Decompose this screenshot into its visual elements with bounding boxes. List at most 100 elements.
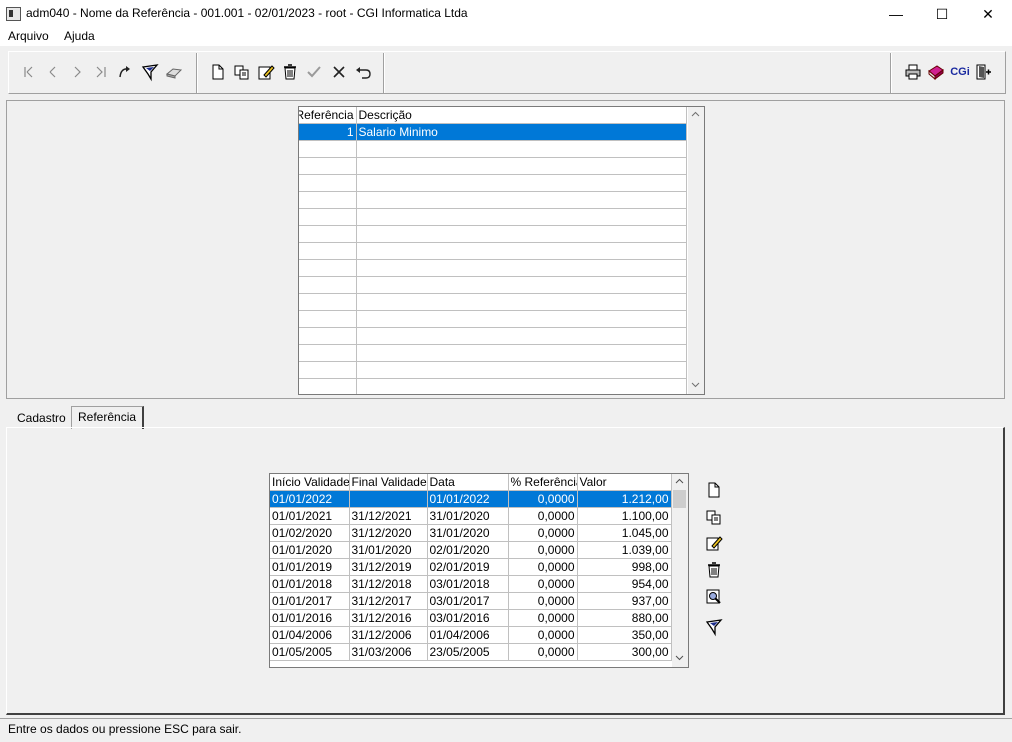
cell-data[interactable]: 31/01/2020 bbox=[427, 507, 509, 525]
cell-inicio-validade[interactable]: 01/01/2018 bbox=[270, 575, 350, 593]
first-record-icon[interactable] bbox=[19, 62, 39, 82]
scroll-up-icon[interactable] bbox=[688, 107, 703, 122]
delete-record-icon[interactable] bbox=[280, 62, 300, 82]
cell-final-validade[interactable]: 31/12/2016 bbox=[349, 609, 428, 627]
close-button[interactable]: ✕ bbox=[965, 0, 1011, 28]
cell-valor[interactable]: 998,00 bbox=[577, 558, 672, 576]
edit-value-icon[interactable] bbox=[704, 533, 724, 553]
cell-descricao[interactable] bbox=[356, 225, 687, 243]
cell-final-validade[interactable]: 31/12/2017 bbox=[349, 592, 428, 610]
app-icon[interactable] bbox=[6, 7, 21, 21]
cell-referencia[interactable] bbox=[299, 293, 357, 311]
cell-referencia[interactable] bbox=[299, 157, 357, 175]
copy-record-icon[interactable] bbox=[232, 62, 252, 82]
cell-valor[interactable]: 300,00 bbox=[577, 643, 672, 661]
table-row[interactable]: 01/01/2021 31/12/2021 31/01/2020 0,0000 1.10… bbox=[270, 507, 672, 525]
next-record-icon[interactable] bbox=[67, 62, 87, 82]
table-row[interactable] bbox=[299, 208, 687, 226]
cell-descricao[interactable]: Salario Minimo bbox=[356, 123, 687, 141]
cell-percentual[interactable]: 0,0000 bbox=[508, 592, 578, 610]
table-row[interactable]: 01/01/2019 31/12/2019 02/01/2019 0,0000 998,… bbox=[270, 558, 672, 576]
cell-descricao[interactable] bbox=[356, 293, 687, 311]
exit-icon[interactable] bbox=[973, 62, 993, 82]
cell-descricao[interactable] bbox=[356, 157, 687, 175]
table-row[interactable] bbox=[299, 225, 687, 243]
table-row[interactable] bbox=[299, 174, 687, 192]
cell-data[interactable]: 02/01/2019 bbox=[427, 558, 509, 576]
cell-data[interactable]: 02/01/2020 bbox=[427, 541, 509, 559]
cell-descricao[interactable] bbox=[356, 191, 687, 209]
new-record-icon[interactable] bbox=[208, 62, 228, 82]
cell-inicio-validade[interactable]: 01/05/2005 bbox=[270, 643, 350, 661]
cell-percentual[interactable]: 0,0000 bbox=[508, 626, 578, 644]
table-row[interactable]: 01/04/2006 31/12/2006 01/04/2006 0,0000 350,… bbox=[270, 626, 672, 644]
find-icon[interactable] bbox=[164, 62, 184, 82]
cell-percentual[interactable]: 0,0000 bbox=[508, 490, 578, 508]
table-row[interactable] bbox=[299, 344, 687, 362]
cell-inicio-validade[interactable]: 01/01/2020 bbox=[270, 541, 350, 559]
confirm-icon[interactable] bbox=[304, 62, 324, 82]
cgi-logo-icon[interactable]: CGi bbox=[949, 62, 971, 82]
table-row[interactable] bbox=[299, 327, 687, 345]
column-header-valor[interactable]: Valor bbox=[577, 474, 672, 491]
cell-inicio-validade[interactable]: 01/01/2017 bbox=[270, 592, 350, 610]
values-grid-scrollbar[interactable] bbox=[672, 474, 688, 667]
table-row[interactable] bbox=[299, 191, 687, 209]
cell-data[interactable]: 01/04/2006 bbox=[427, 626, 509, 644]
last-record-icon[interactable] bbox=[91, 62, 111, 82]
cell-referencia[interactable] bbox=[299, 208, 357, 226]
table-row[interactable] bbox=[299, 157, 687, 175]
cell-descricao[interactable] bbox=[356, 344, 687, 362]
table-row[interactable]: 01/01/2018 31/12/2018 03/01/2018 0,0000 954,… bbox=[270, 575, 672, 593]
table-row[interactable] bbox=[299, 276, 687, 294]
cell-final-validade[interactable] bbox=[349, 490, 428, 508]
edit-record-icon[interactable] bbox=[256, 62, 276, 82]
table-row[interactable]: 01/01/2017 31/12/2017 03/01/2017 0,0000 937,… bbox=[270, 592, 672, 610]
column-header-final-validade[interactable]: Final Validade bbox=[349, 474, 428, 491]
table-row[interactable] bbox=[299, 361, 687, 379]
table-row[interactable] bbox=[299, 259, 687, 277]
print-icon[interactable] bbox=[903, 62, 923, 82]
table-row[interactable]: 1 Salario Minimo bbox=[299, 123, 687, 141]
cell-percentual[interactable]: 0,0000 bbox=[508, 507, 578, 525]
cell-descricao[interactable] bbox=[356, 327, 687, 345]
cell-referencia[interactable] bbox=[299, 327, 357, 345]
filter-icon[interactable] bbox=[704, 617, 724, 637]
cell-valor[interactable]: 350,00 bbox=[577, 626, 672, 644]
table-row[interactable]: 01/01/2022 01/01/2022 0,0000 1.212,00 bbox=[270, 490, 672, 508]
table-row[interactable]: 01/01/2016 31/12/2016 03/01/2016 0,0000 880,… bbox=[270, 609, 672, 627]
column-header-referencia[interactable]: Referência bbox=[299, 107, 357, 124]
previous-record-icon[interactable] bbox=[43, 62, 63, 82]
cell-referencia[interactable] bbox=[299, 344, 357, 362]
cell-final-validade[interactable]: 31/03/2006 bbox=[349, 643, 428, 661]
cell-percentual[interactable]: 0,0000 bbox=[508, 558, 578, 576]
cell-referencia[interactable] bbox=[299, 225, 357, 243]
column-header-data[interactable]: Data bbox=[427, 474, 509, 491]
cell-final-validade[interactable]: 31/01/2020 bbox=[349, 541, 428, 559]
column-header-percentual[interactable]: % Referência bbox=[508, 474, 578, 491]
minimize-button[interactable]: — bbox=[873, 0, 919, 28]
cell-valor[interactable]: 880,00 bbox=[577, 609, 672, 627]
refresh-icon[interactable] bbox=[115, 62, 135, 82]
menu-arquivo[interactable]: Arquivo bbox=[5, 28, 52, 46]
table-row[interactable] bbox=[299, 242, 687, 260]
cell-descricao[interactable] bbox=[356, 208, 687, 226]
cell-final-validade[interactable]: 31/12/2006 bbox=[349, 626, 428, 644]
cell-final-validade[interactable]: 31/12/2018 bbox=[349, 575, 428, 593]
cell-percentual[interactable]: 0,0000 bbox=[508, 643, 578, 661]
tab-referencia[interactable]: Referência bbox=[71, 406, 145, 429]
filter-icon[interactable] bbox=[140, 62, 160, 82]
cell-referencia[interactable] bbox=[299, 242, 357, 260]
scroll-thumb[interactable] bbox=[673, 490, 686, 508]
cell-descricao[interactable] bbox=[356, 310, 687, 328]
table-row[interactable]: 01/02/2020 31/12/2020 31/01/2020 0,0000 1.04… bbox=[270, 524, 672, 542]
cell-referencia[interactable] bbox=[299, 378, 357, 394]
cell-data[interactable]: 31/01/2020 bbox=[427, 524, 509, 542]
menu-ajuda[interactable]: Ajuda bbox=[61, 28, 98, 46]
cell-referencia[interactable] bbox=[299, 259, 357, 277]
cell-descricao[interactable] bbox=[356, 259, 687, 277]
cell-percentual[interactable]: 0,0000 bbox=[508, 609, 578, 627]
table-row[interactable] bbox=[299, 310, 687, 328]
column-header-descricao[interactable]: Descrição bbox=[356, 107, 687, 124]
book-icon[interactable] bbox=[926, 62, 946, 82]
